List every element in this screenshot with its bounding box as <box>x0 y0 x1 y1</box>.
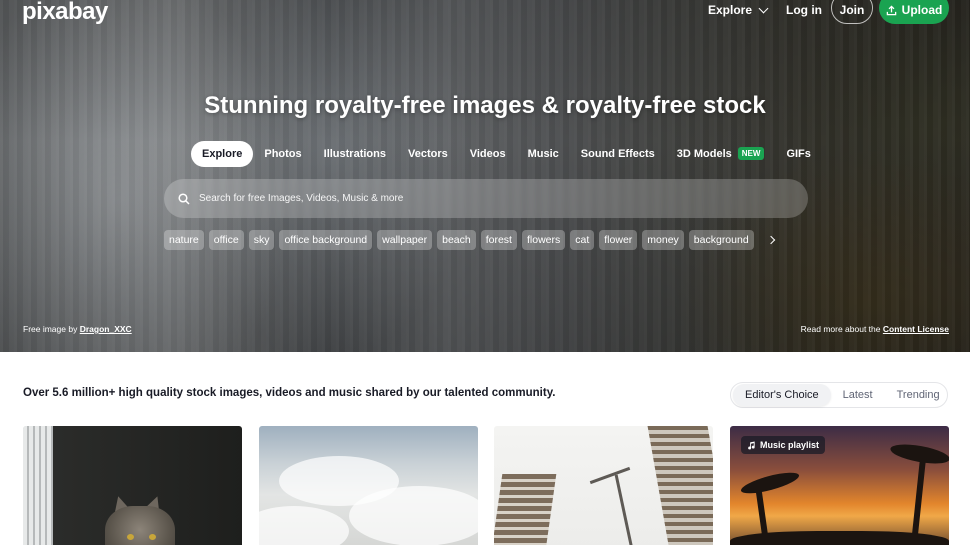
search-input[interactable] <box>199 193 759 204</box>
hero-banner: pixabay Explore Log in Join Upload Stunn… <box>0 0 970 352</box>
tab-music[interactable]: Music <box>517 141 570 167</box>
tag-sky[interactable]: sky <box>248 230 275 250</box>
intro-text: Over 5.6 million+ high quality stock ima… <box>23 387 556 399</box>
tag-office-background[interactable]: office background <box>279 230 373 250</box>
upload-label: Upload <box>901 3 943 17</box>
tag-background[interactable]: background <box>688 230 754 250</box>
tab-vectors[interactable]: Vectors <box>397 141 459 167</box>
category-tabs: Explore Photos Illustrations Vectors Vid… <box>191 140 822 167</box>
image-thumbnail-sky[interactable] <box>259 426 478 545</box>
tab-3d-models[interactable]: 3D Models NEW <box>666 140 776 167</box>
tag-beach[interactable]: beach <box>437 230 476 250</box>
tag-cat[interactable]: cat <box>570 230 595 250</box>
credit-author-link[interactable]: Dragon_XXC <box>80 324 132 334</box>
tag-flower[interactable]: flower <box>599 230 638 250</box>
music-thumbnail-sunset[interactable]: Music playlist <box>730 426 949 545</box>
filter-latest[interactable]: Latest <box>831 384 885 406</box>
tags-next-button[interactable] <box>761 230 781 250</box>
content-license-link[interactable]: Content License <box>883 324 949 334</box>
tag-money[interactable]: money <box>642 230 684 250</box>
image-thumbnail-buildings[interactable] <box>494 426 713 545</box>
pixabay-logo[interactable]: pixabay <box>22 0 108 26</box>
search-icon <box>178 192 190 205</box>
tab-videos[interactable]: Videos <box>459 141 517 167</box>
tab-illustrations[interactable]: Illustrations <box>313 141 397 167</box>
tab-gifs[interactable]: GIFs <box>775 141 821 167</box>
tab-photos[interactable]: Photos <box>253 141 312 167</box>
login-link[interactable]: Log in <box>786 3 822 17</box>
chevron-right-icon <box>766 235 775 245</box>
tag-nature[interactable]: nature <box>164 230 204 250</box>
new-badge: NEW <box>737 147 765 160</box>
upload-icon <box>886 4 896 15</box>
music-note-icon <box>748 440 755 449</box>
filter-editors-choice[interactable]: Editor's Choice <box>733 384 831 406</box>
tab-sound-effects[interactable]: Sound Effects <box>570 141 666 167</box>
explore-menu-button[interactable]: Explore <box>708 3 769 17</box>
music-playlist-badge: Music playlist <box>741 436 826 454</box>
tag-forest[interactable]: forest <box>480 230 517 250</box>
tab-explore[interactable]: Explore <box>191 140 254 167</box>
image-thumbnail-cat[interactable] <box>23 426 242 545</box>
tag-office[interactable]: office <box>208 230 244 250</box>
popular-tags: nature office sky office background wall… <box>164 230 781 250</box>
explore-label: Explore <box>708 3 753 17</box>
upload-button[interactable]: Upload <box>879 0 949 24</box>
hero-headline: Stunning royalty-free images & royalty-f… <box>204 92 766 119</box>
tag-flowers[interactable]: flowers <box>521 230 566 250</box>
filter-trending[interactable]: Trending <box>885 384 952 406</box>
sort-filter: Editor's Choice Latest Trending <box>730 382 948 408</box>
search-bar[interactable] <box>164 179 808 218</box>
tag-wallpaper[interactable]: wallpaper <box>377 230 433 250</box>
image-credit: Free image by Dragon_XXC <box>23 324 132 334</box>
chevron-down-icon <box>758 3 769 13</box>
license-note: Read more about the Content License <box>800 324 949 334</box>
join-button[interactable]: Join <box>831 0 873 24</box>
